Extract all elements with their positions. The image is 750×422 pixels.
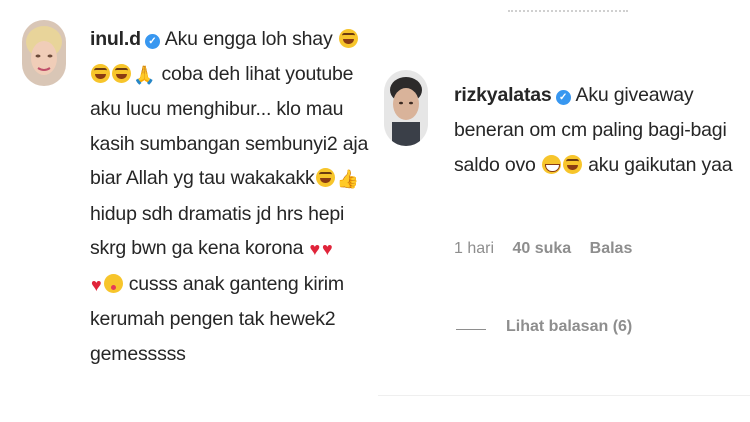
red-heart-emoji-icon: ♥ (322, 239, 333, 259)
comment-line-3: aku lucu menghibur... klo mau (90, 98, 344, 120)
line-text: saldo ovo (454, 154, 536, 176)
view-replies-button[interactable]: Lihat balasan (6) (506, 318, 646, 336)
right-comment-panel: rizkyalatas ✓ Aku giveaway beneran om cm p… (378, 0, 750, 422)
verified-badge-icon: ✓ (555, 90, 571, 105)
comment-line-8: ♥ cusss anak ganteng kirim (90, 267, 370, 303)
verified-badge-icon: ✓ (144, 34, 160, 49)
comment-line-5: biar Allah yg tau wakakakk 👍 (90, 161, 370, 197)
red-heart-emoji-icon: ♥ (91, 274, 102, 295)
thumbs-up-emoji-icon: 👍 (336, 169, 359, 189)
rizky-username[interactable]: rizkyalatas (454, 84, 552, 106)
left-comment-panel: inul.d ✓ Aku engga loh shay 🙏 coba deh lih… (0, 0, 372, 422)
line-text: Aku engga loh shay (164, 28, 333, 50)
rizky-comment-text: rizkyalatas ✓ Aku giveaway beneran om cm p… (454, 78, 750, 183)
red-heart-emoji-icon: ♥ (309, 239, 321, 259)
line-text: cusss anak ganteng kirim (128, 272, 344, 295)
rolling-laughing-emoji-icon (338, 29, 358, 48)
inul-comment-text: inul.d ✓ Aku engga loh shay 🙏 coba deh lih… (90, 22, 370, 371)
line-text: biar Allah yg tau wakakakk (90, 167, 315, 189)
rolling-laughing-emoji-icon (315, 168, 335, 187)
inul-avatar[interactable] (22, 20, 66, 86)
comment-line-3: saldo ovo aku gaikutan yaa (454, 148, 750, 183)
avatar-image (22, 20, 66, 86)
comment-likes[interactable]: 40 suka (512, 240, 571, 257)
comment-time[interactable]: 1 hari (454, 240, 494, 257)
comment-line-2: 🙏 coba deh lihat youtube (90, 57, 370, 93)
folded-hands-emoji-icon: 🙏 (133, 64, 156, 85)
inul-username[interactable]: inul.d (90, 28, 141, 50)
line-text: coba deh lihat youtube (161, 62, 354, 85)
rolling-laughing-emoji-icon (112, 63, 131, 83)
rizky-avatar[interactable] (384, 70, 428, 146)
view-replies-label: Lihat balasan (6) (506, 318, 633, 335)
comment-line-6: hidup sdh dramatis jd hrs hepi (90, 202, 345, 225)
comment-line-1: rizkyalatas ✓ Aku giveaway (454, 78, 750, 113)
top-fade-dots (508, 10, 628, 16)
rolling-laughing-emoji-icon (562, 155, 582, 174)
comment-line-4: kasih sumbangan sembunyi2 aja (90, 132, 369, 155)
kissing-wink-emoji-icon (103, 273, 123, 293)
avatar-image (384, 70, 428, 146)
line-text: skrg bwn ga kena korona (90, 237, 304, 259)
bottom-divider (378, 395, 750, 396)
grinning-sweat-emoji-icon (541, 155, 561, 174)
line-text: Aku giveaway (575, 84, 694, 106)
comment-line-10: gemesssss (90, 342, 186, 365)
comment-meta: 1 hari 40 suka Balas (454, 240, 646, 258)
rolling-laughing-emoji-icon (91, 63, 110, 83)
line-text: aku gaikutan yaa (588, 154, 733, 176)
comment-line-1: inul.d ✓ Aku engga loh shay (90, 22, 370, 57)
comment-line-7: skrg bwn ga kena korona ♥ ♥ (90, 231, 370, 267)
comment-line-9: kerumah pengen tak hewek2 (90, 308, 336, 330)
reply-button[interactable]: Balas (590, 240, 633, 257)
comment-line-2: beneran om cm paling bagi-bagi (454, 119, 727, 141)
view-replies-line (456, 329, 486, 330)
